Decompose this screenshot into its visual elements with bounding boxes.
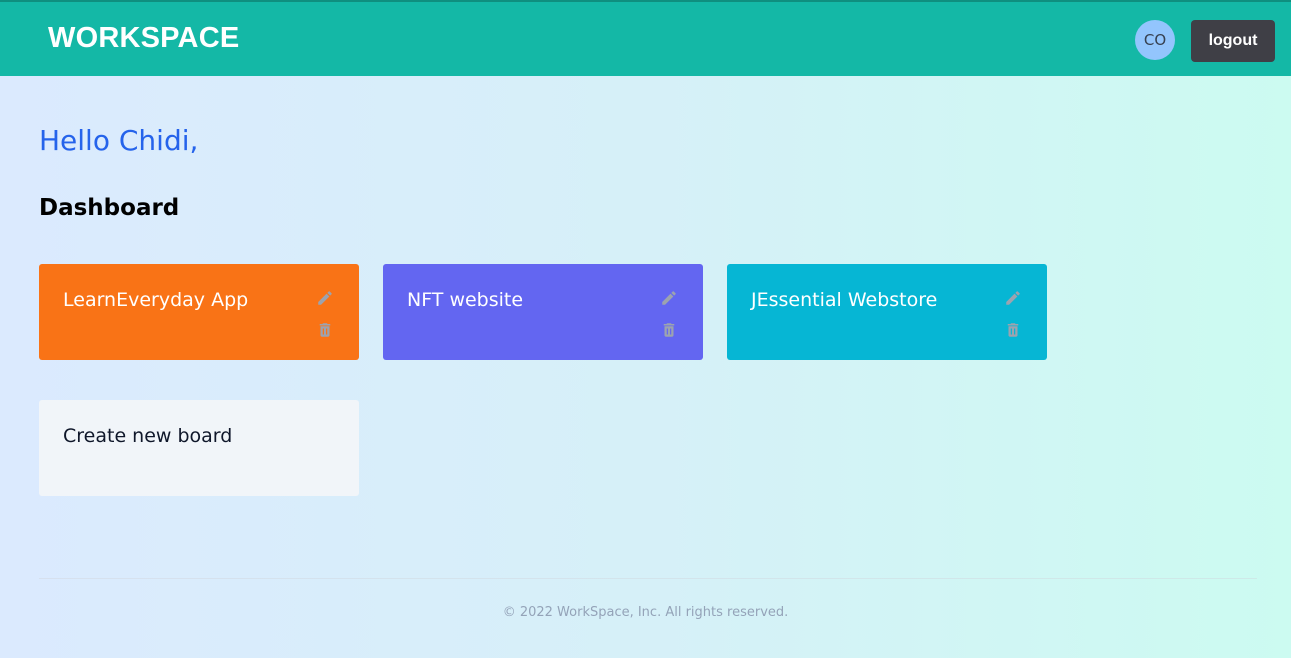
board-name: NFT website	[407, 289, 524, 311]
board-card-learneveryday[interactable]: LearnEveryday App	[39, 264, 359, 360]
logout-button[interactable]: logout	[1191, 20, 1275, 62]
dashboard-title: Dashboard	[39, 195, 180, 221]
create-new-board-label: Create new board	[63, 425, 233, 447]
board-card-jessential-webstore[interactable]: JEssential Webstore	[727, 264, 1047, 360]
pencil-icon[interactable]	[660, 289, 678, 307]
top-navbar: WORKSPACE CO logout	[0, 0, 1291, 76]
create-new-board-button[interactable]: Create new board	[39, 400, 359, 496]
user-avatar[interactable]: CO	[1135, 20, 1175, 60]
trash-icon[interactable]	[1004, 321, 1022, 339]
footer-copyright: © 2022 WorkSpace, Inc. All rights reserv…	[502, 605, 789, 620]
footer-divider	[39, 578, 1257, 579]
brand-logo[interactable]: WORKSPACE	[48, 22, 239, 55]
pencil-icon[interactable]	[1004, 289, 1022, 307]
board-name: LearnEveryday App	[63, 289, 249, 311]
trash-icon[interactable]	[316, 321, 334, 339]
board-card-nft-website[interactable]: NFT website	[383, 264, 703, 360]
pencil-icon[interactable]	[316, 289, 334, 307]
trash-icon[interactable]	[660, 321, 678, 339]
board-name: JEssential Webstore	[751, 289, 938, 311]
greeting-heading: Hello Chidi,	[39, 124, 199, 157]
